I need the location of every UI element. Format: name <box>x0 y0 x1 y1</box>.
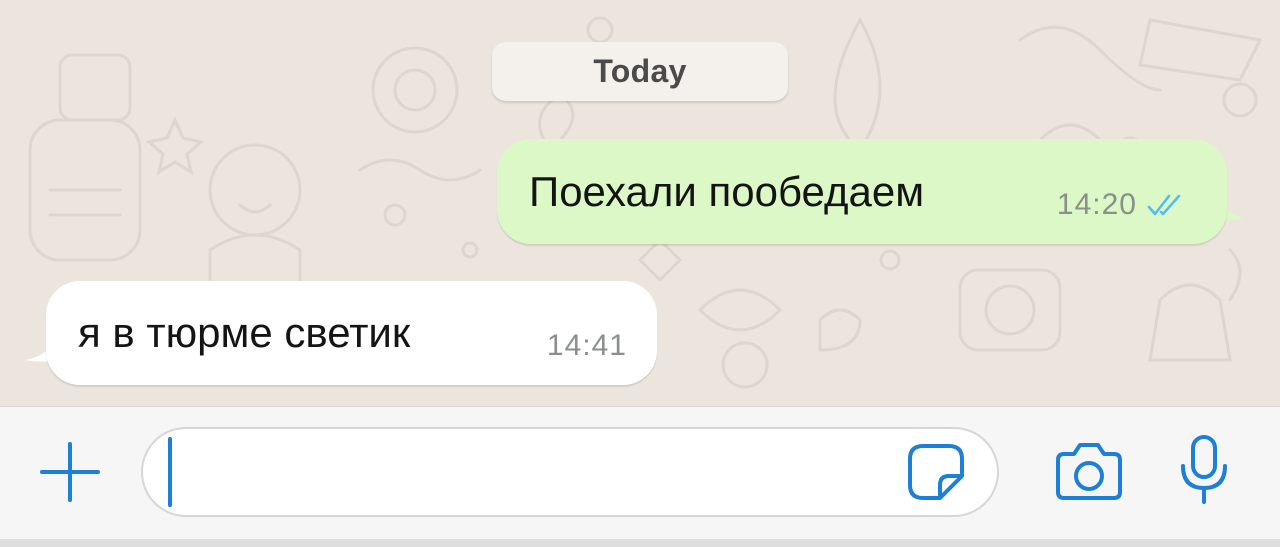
outgoing-message-bubble[interactable]: Поехали пообедаем 14:20 <box>497 139 1227 244</box>
microphone-icon <box>1181 435 1227 504</box>
date-label: Today <box>593 53 687 89</box>
composer-bottom-edge <box>0 539 1280 547</box>
sticker-button[interactable] <box>907 443 965 501</box>
message-input[interactable] <box>141 427 999 517</box>
camera-button[interactable] <box>1054 440 1124 502</box>
text-cursor <box>168 437 172 507</box>
message-meta: 14:41 <box>547 329 627 363</box>
message-time: 14:41 <box>546 329 627 362</box>
message-text: я в тюрме светик <box>78 309 411 356</box>
incoming-message-bubble[interactable]: я в тюрме светик 14:41 <box>46 281 657 385</box>
double-check-icon <box>1147 193 1187 217</box>
plus-icon <box>40 442 100 502</box>
camera-icon <box>1056 443 1122 500</box>
message-meta: 14:20 <box>1057 188 1187 222</box>
date-separator: Today <box>492 42 788 101</box>
microphone-button[interactable] <box>1178 434 1230 506</box>
message-time: 14:20 <box>1056 188 1137 221</box>
sticker-icon <box>908 444 964 500</box>
attach-plus-button[interactable] <box>38 440 102 504</box>
message-text: Поехали пообедаем <box>529 167 925 215</box>
